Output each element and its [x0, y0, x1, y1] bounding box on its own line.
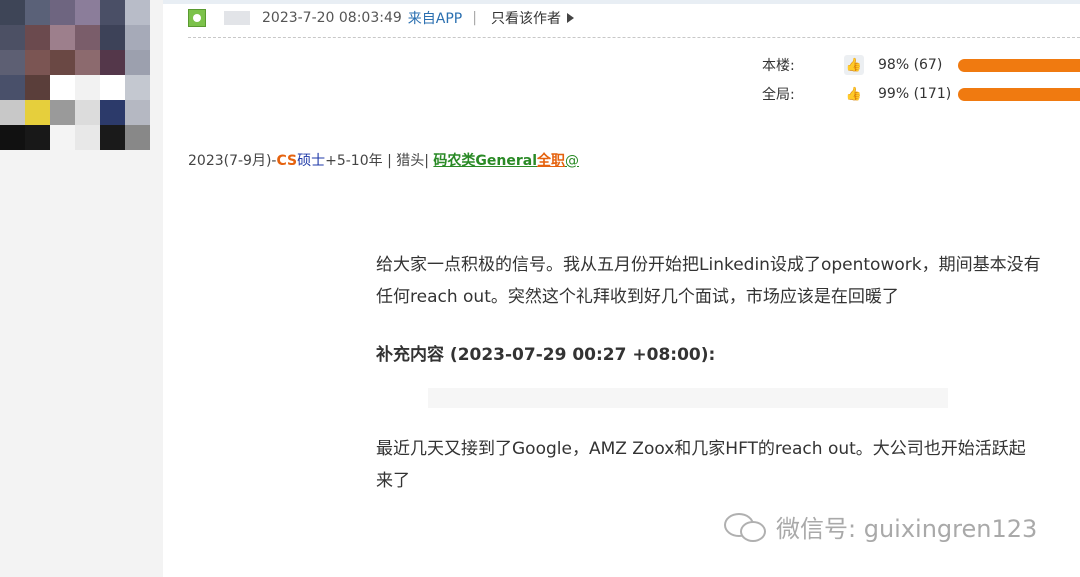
tag-date: 2023(7-9月)- [188, 153, 277, 169]
author-sidebar [0, 0, 163, 577]
post-header: 2023-7-20 08:03:49 来自APP | 只看该作者 [188, 8, 574, 28]
rating-floor: 本楼: 👍 98% (67) [762, 55, 1080, 75]
rating-floor-bar [958, 58, 1080, 72]
post-timestamp: 2023-7-20 08:03:49 [262, 10, 402, 26]
rating-global-label: 全局: [762, 87, 795, 103]
tag-type-link[interactable]: 全职 [537, 153, 565, 169]
username-redacted [224, 11, 250, 25]
watermark-text: 微信号: guixingren123 [776, 514, 1038, 543]
tag-at-link[interactable]: @ [565, 153, 579, 169]
tag-experience: +5-10年 | 猎头| [325, 153, 429, 169]
post-source-link[interactable]: 来自APP [408, 8, 462, 28]
supplement-header: 补充内容 (2023-07-29 00:27 +08:00): [376, 345, 716, 365]
watermark: 微信号: guixingren123 [722, 506, 1037, 546]
post-tags: 2023(7-9月)-CS硕士+5-10年 | 猎头| 码农类General全职… [188, 150, 579, 170]
forum-post-page: 2023-7-20 08:03:49 来自APP | 只看该作者 本楼: 👍 9… [0, 0, 1080, 577]
rating-global: 全局: 👍 99% (171) [762, 84, 1080, 104]
blank-placeholder [428, 388, 948, 408]
header-divider [188, 37, 1080, 38]
triangle-right-icon[interactable] [566, 13, 574, 23]
thumbs-up-icon[interactable]: 👍 [844, 84, 864, 104]
tag-degree: 硕士 [297, 153, 326, 169]
rating-global-bar [958, 87, 1080, 101]
thumbs-up-icon[interactable]: 👍 [844, 55, 864, 75]
rating-global-value: 99% (171) [878, 86, 952, 102]
rating-floor-label: 本楼: [762, 58, 795, 74]
author-only-link[interactable]: 只看该作者 [491, 8, 561, 28]
post-paragraph-1: 给大家一点积极的信号。我从五月份开始把Linkedin设成了opentowork… [376, 255, 1041, 307]
post-paragraph-2: 最近几天又接到了Google，AMZ Zoox和几家HFT的reach out。… [376, 439, 1026, 491]
user-icon[interactable] [188, 9, 206, 27]
top-border [163, 0, 1080, 4]
wechat-icon [722, 509, 768, 543]
tag-category-link[interactable]: 码农类General [433, 153, 537, 169]
header-separator: | [472, 10, 477, 26]
tag-major: CS [276, 153, 298, 169]
avatar[interactable] [0, 0, 150, 150]
rating-floor-value: 98% (67) [878, 57, 943, 73]
